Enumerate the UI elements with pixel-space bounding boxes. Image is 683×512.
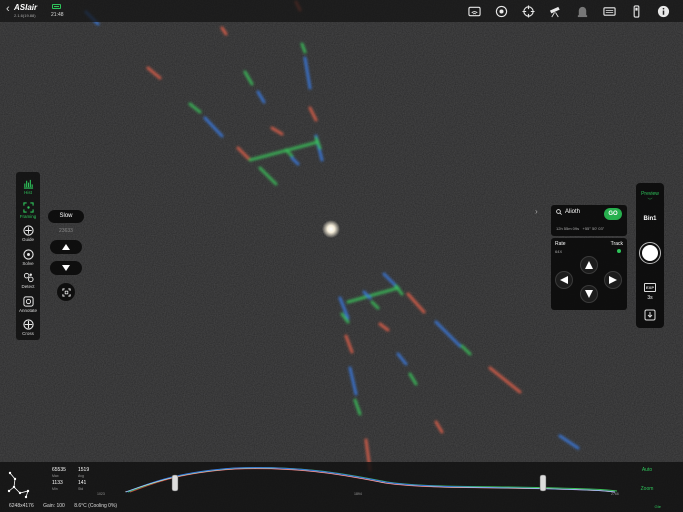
target-name: Alioth xyxy=(565,209,581,215)
target-search[interactable]: Alioth xyxy=(556,209,580,215)
goto-panel: Alioth GO 12h 55m 09s +55° 50' 03" xyxy=(551,205,627,236)
exposure-icon[interactable]: EXP xyxy=(644,283,656,292)
bin-setting[interactable]: Bin1 xyxy=(636,216,664,222)
chevron-down-icon: ﹀ xyxy=(647,198,653,204)
image-statistics: 65535 Max 1519 Avg 1133 Min 141 Std xyxy=(48,466,100,496)
wifi-icon[interactable] xyxy=(466,3,482,19)
tool-label: Hist xyxy=(24,190,32,196)
top-bar: ‹ ASIair 2.1.6(19.88) 21:48 xyxy=(0,0,683,22)
constellation-icon[interactable] xyxy=(6,467,38,499)
histogram-tick: 1894 xyxy=(354,492,362,496)
tool-solve[interactable]: Solve xyxy=(16,246,40,270)
autofocus-button[interactable] xyxy=(57,283,75,301)
telescope-icon[interactable] xyxy=(547,3,563,19)
mount-crosshair-icon[interactable] xyxy=(520,3,536,19)
triangle-down-icon xyxy=(62,265,70,271)
stat-avg: 1519 xyxy=(78,467,90,473)
histogram-icon xyxy=(23,180,33,189)
slew-west-button[interactable] xyxy=(604,271,622,289)
tool-hist[interactable]: Hist xyxy=(16,175,40,199)
shutter-icon xyxy=(642,245,658,261)
stat-max-label: Max xyxy=(52,474,59,478)
tool-label: Framing xyxy=(19,213,37,219)
focus-down-button[interactable] xyxy=(50,261,82,275)
app-brand: ASIair xyxy=(14,3,38,12)
auto-stretch-button[interactable]: Auto xyxy=(636,467,658,477)
tracking-indicator xyxy=(617,249,621,253)
app-version: 2.1.6(19.88) xyxy=(14,13,36,18)
histogram-zoom-button[interactable]: Zoom xyxy=(636,486,658,496)
autofocus-icon xyxy=(61,287,71,297)
mount-panel: Rate 64X Track xyxy=(551,238,627,310)
stat-avg-label: Avg xyxy=(78,474,84,478)
slew-east-button[interactable] xyxy=(555,271,573,289)
stat-min: 1133 xyxy=(52,480,63,486)
bright-star xyxy=(322,220,340,238)
tool-label: Annotate xyxy=(18,307,37,313)
tool-label: Guide xyxy=(21,237,34,243)
stat-std: 141 xyxy=(78,480,87,486)
arrow-up-icon xyxy=(585,261,593,269)
focuser-position: 23633 xyxy=(59,228,73,234)
filter-icon[interactable] xyxy=(628,3,644,19)
tool-annotate[interactable]: Annotate xyxy=(16,293,40,317)
stat-min-label: Min xyxy=(52,487,58,491)
tool-detect[interactable]: Detect xyxy=(16,269,40,293)
tool-label: Detect xyxy=(21,284,35,290)
corner-label: Gte xyxy=(654,504,661,509)
arrow-left-icon xyxy=(560,276,568,284)
slew-rate-label[interactable]: Rate xyxy=(555,241,566,247)
slew-south-button[interactable] xyxy=(580,285,598,303)
tool-label: Solve xyxy=(22,260,34,266)
cross-icon xyxy=(22,319,34,330)
focus-up-button[interactable] xyxy=(50,240,82,254)
guider-icon[interactable] xyxy=(574,3,590,19)
search-icon xyxy=(556,209,562,215)
arrow-down-icon xyxy=(585,290,593,298)
info-icon[interactable] xyxy=(655,3,671,19)
tool-label: Cross xyxy=(22,331,34,337)
exposure-value: 3s xyxy=(647,295,653,301)
histogram-tick: 1023 xyxy=(97,492,105,496)
framing-icon xyxy=(22,202,34,213)
guide-icon xyxy=(22,225,34,236)
slew-north-button[interactable] xyxy=(580,256,598,274)
arrow-right-icon xyxy=(609,276,617,284)
histogram-plot[interactable] xyxy=(95,465,630,497)
annotate-icon xyxy=(22,296,34,307)
triangle-up-icon xyxy=(62,244,70,250)
camera-icon[interactable] xyxy=(493,3,509,19)
focuser-speed-button[interactable]: Slow xyxy=(48,210,84,223)
tool-cross[interactable]: Cross xyxy=(16,316,40,340)
battery-icon xyxy=(52,4,61,9)
goto-button[interactable]: GO xyxy=(604,208,622,220)
stat-std-label: Std xyxy=(78,487,84,491)
white-point-slider[interactable] xyxy=(539,474,547,492)
histogram-tick: 2766 xyxy=(611,492,619,496)
camera-gain: Gain: 100 xyxy=(43,503,65,509)
solve-icon xyxy=(22,249,34,260)
shutter-button[interactable] xyxy=(639,242,661,264)
capture-panel: Preview ﹀ Bin1 EXP 3s xyxy=(636,183,664,328)
tool-guide[interactable]: Guide xyxy=(16,222,40,246)
target-ra: 12h 55m 09s xyxy=(556,226,580,231)
storage-icon[interactable] xyxy=(601,3,617,19)
detect-icon xyxy=(23,273,34,283)
tracking-label[interactable]: Track xyxy=(611,241,623,247)
black-point-slider[interactable] xyxy=(171,474,179,492)
top-toolbar xyxy=(455,3,671,19)
tool-palette: Hist Framing Guide Solve Detect Annotate… xyxy=(16,172,40,340)
status-line: 6248x4176 Gain: 100 8.6°C (Cooling 0%) xyxy=(9,503,125,509)
target-coordinates: 12h 55m 09s +55° 50' 03" xyxy=(556,226,604,231)
panel-collapse-icon[interactable]: › xyxy=(535,207,538,216)
stat-max: 65535 xyxy=(52,467,66,473)
slew-rate-value: 64X xyxy=(555,249,563,254)
download-icon[interactable] xyxy=(644,309,656,321)
tool-framing[interactable]: Framing xyxy=(16,199,40,223)
sensor-temperature: 8.6°C (Cooling 0%) xyxy=(74,503,118,509)
back-chevron-icon[interactable]: ‹ xyxy=(6,3,10,15)
target-dec: +55° 50' 03" xyxy=(582,226,605,231)
image-resolution: 6248x4176 xyxy=(9,503,34,509)
clock: 21:48 xyxy=(51,12,64,18)
